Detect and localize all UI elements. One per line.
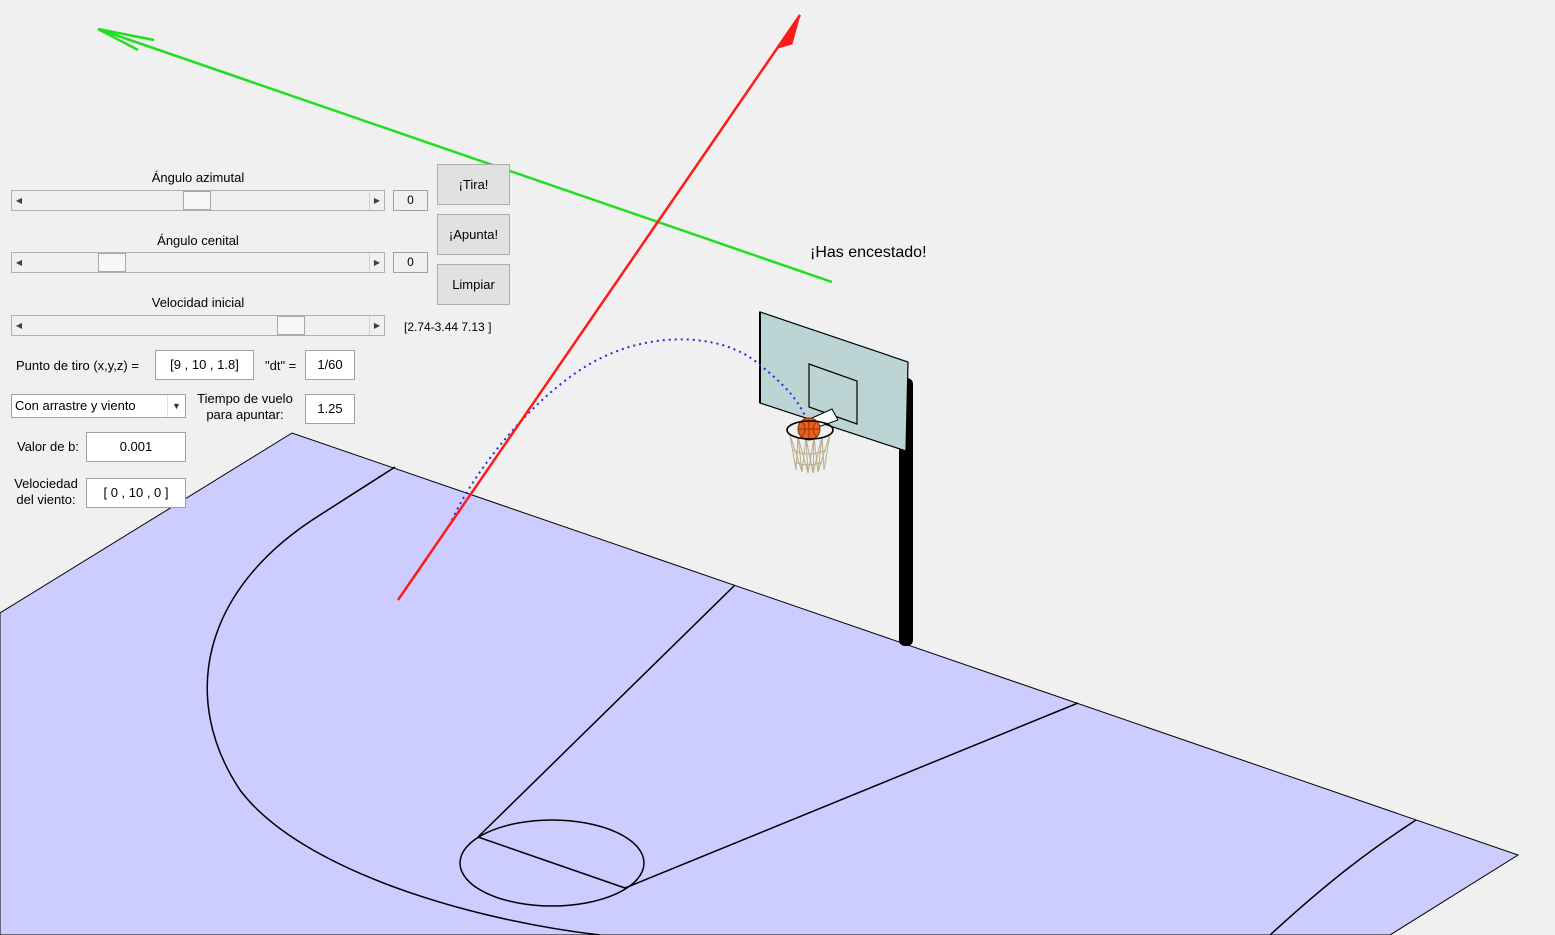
slider-thumb[interactable] (277, 316, 305, 335)
shot-point-label: Punto de tiro (x,y,z) = (16, 358, 139, 373)
b-value-field[interactable]: 0.001 (86, 432, 186, 462)
azimuth-value: 0 (393, 190, 428, 211)
velocity-label: Velocidad inicial (151, 295, 245, 310)
dt-label: "dt" = (265, 358, 297, 373)
chevron-down-icon[interactable]: ▼ (167, 395, 185, 417)
azimuth-slider[interactable]: ◀ ▶ (11, 190, 385, 211)
shot-point-field[interactable]: [9 , 10 , 1.8] (155, 350, 254, 380)
slider-left-arrow-icon[interactable]: ◀ (12, 191, 27, 210)
backboard (759, 311, 909, 452)
model-select[interactable]: Con arrastre y viento ▼ (11, 394, 186, 418)
flight-time-label-line2: para apuntar: (206, 407, 284, 422)
azimuth-label: Ángulo azimutal (151, 170, 245, 185)
court-3d-view (0, 14, 1520, 935)
b-value-label: Valor de b: (17, 439, 79, 454)
aim-button[interactable]: ¡Apunta! (437, 214, 510, 255)
wind-label-line1: Velociedad (14, 476, 78, 491)
zenith-value: 0 (393, 252, 428, 273)
slider-right-arrow-icon[interactable]: ▶ (369, 191, 384, 210)
model-select-value: Con arrastre y viento (15, 398, 136, 413)
flight-time-label-line1: Tiempo de vuelo (197, 391, 293, 406)
zenith-slider[interactable]: ◀ ▶ (11, 252, 385, 273)
slider-right-arrow-icon[interactable]: ▶ (369, 253, 384, 272)
dt-field[interactable]: 1/60 (305, 350, 355, 380)
velocity-range-text: [2.74-3.44 7.13 ] (404, 320, 492, 334)
court-floor (0, 432, 1520, 935)
ball-trajectory (451, 338, 807, 521)
velocity-slider[interactable]: ◀ ▶ (11, 315, 385, 336)
wind-label: Velociedad del viento: (6, 476, 86, 508)
red-axis-arrow (396, 14, 802, 601)
slider-left-arrow-icon[interactable]: ◀ (12, 316, 27, 335)
wind-label-line2: del viento: (16, 492, 76, 507)
slider-track[interactable] (26, 316, 370, 335)
slider-thumb[interactable] (98, 253, 126, 272)
slider-thumb[interactable] (183, 191, 211, 210)
flight-time-field[interactable]: 1.25 (305, 394, 355, 424)
flight-time-label: Tiempo de vuelo para apuntar: (195, 391, 295, 423)
slider-track[interactable] (26, 191, 370, 210)
status-message: ¡Has encestado! (810, 244, 927, 261)
zenith-label: Ángulo cenital (157, 233, 239, 248)
clear-button[interactable]: Limpiar (437, 264, 510, 305)
slider-track[interactable] (26, 253, 370, 272)
slider-left-arrow-icon[interactable]: ◀ (12, 253, 27, 272)
wind-velocity-field[interactable]: [ 0 , 10 , 0 ] (86, 478, 186, 508)
slider-right-arrow-icon[interactable]: ▶ (369, 316, 384, 335)
red-arrow-head (776, 14, 801, 49)
shoot-button[interactable]: ¡Tira! (437, 164, 510, 205)
